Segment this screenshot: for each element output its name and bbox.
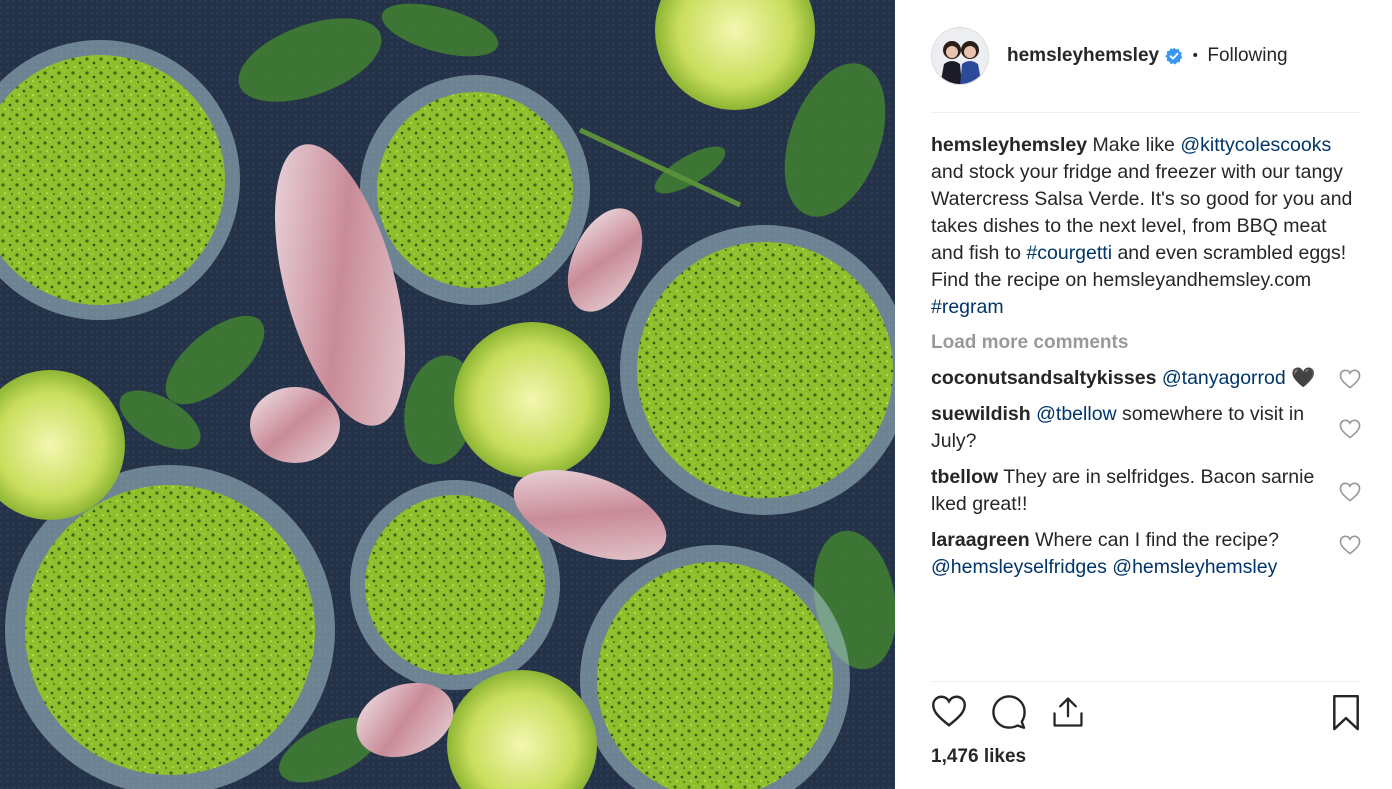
load-more-comments-button[interactable]: Load more comments: [931, 329, 1361, 356]
comment-mention[interactable]: @hemsleyselfridges: [931, 556, 1107, 578]
comment-item: laraagreen Where can I find the recipe? …: [931, 527, 1361, 581]
comment-like-heart-icon[interactable]: [1339, 369, 1361, 389]
comment-username[interactable]: suewildish: [931, 403, 1031, 425]
likes-count[interactable]: 1,476 likes: [931, 746, 1026, 768]
comment-text: 🖤: [1285, 367, 1316, 389]
avatar-image: [932, 28, 988, 84]
comment-username[interactable]: coconutsandsaltykisses: [931, 367, 1156, 389]
post-header: hemsleyhemsley • Following: [931, 24, 1361, 88]
comment-like-heart-icon[interactable]: [1339, 535, 1361, 555]
comment-text: Where can I find the recipe?: [1029, 529, 1279, 551]
post-author-username[interactable]: hemsleyhemsley: [1007, 45, 1159, 67]
heart-icon[interactable]: [931, 694, 967, 728]
comment-bubble-icon[interactable]: [991, 694, 1027, 730]
comment-item: coconutsandsaltykisses @tanyagorrod 🖤: [931, 365, 1361, 392]
post-caption: hemsleyhemsley Make like @kittycolescook…: [931, 132, 1361, 321]
comment-mention[interactable]: @hemsleyhemsley: [1112, 556, 1277, 578]
comment-item: tbellow They are in selfridges. Bacon sa…: [931, 464, 1361, 518]
caption-hashtag[interactable]: #regram: [931, 296, 1004, 318]
post-detail-panel: hemsleyhemsley • Following hemsleyhemsle…: [895, 0, 1392, 789]
post-photo-illustration: [0, 0, 895, 789]
bookmark-icon[interactable]: [1331, 694, 1361, 732]
comments-section: hemsleyhemsley Make like @kittycolescook…: [931, 132, 1361, 581]
comment-item: suewildish @tbellow somewhere to visit i…: [931, 401, 1361, 455]
comment-mention[interactable]: @tanyagorrod: [1162, 367, 1286, 389]
verified-badge-icon: [1165, 47, 1183, 65]
caption-mention[interactable]: @kittycolescooks: [1180, 134, 1331, 156]
header-divider: [931, 112, 1361, 113]
share-icon[interactable]: [1051, 694, 1085, 730]
comment-username[interactable]: laraagreen: [931, 529, 1030, 551]
actions-divider: [931, 681, 1361, 682]
avatar[interactable]: [931, 27, 989, 85]
comment-like-heart-icon[interactable]: [1339, 482, 1361, 502]
comment-like-heart-icon[interactable]: [1339, 419, 1361, 439]
caption-text: Make like: [1087, 134, 1181, 156]
comment-username[interactable]: tbellow: [931, 466, 998, 488]
following-button[interactable]: Following: [1207, 45, 1287, 67]
comment-mention[interactable]: @tbellow: [1036, 403, 1117, 425]
caption-username[interactable]: hemsleyhemsley: [931, 134, 1087, 156]
header-separator: •: [1191, 48, 1200, 64]
post-photo[interactable]: [0, 0, 895, 789]
post-actions-bar: [931, 694, 1361, 734]
caption-hashtag[interactable]: #courgetti: [1026, 242, 1112, 264]
